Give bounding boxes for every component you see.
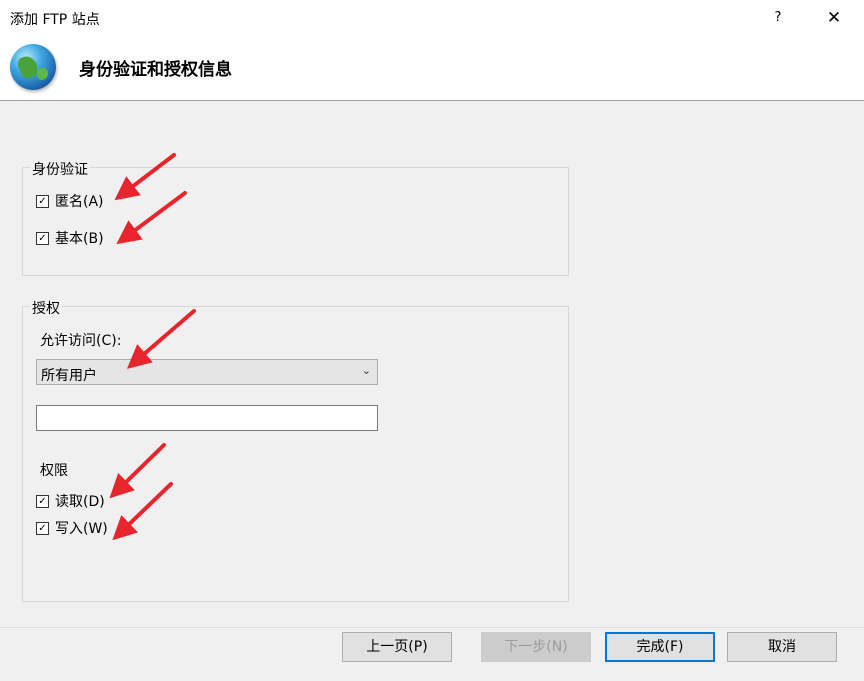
allow-access-label: 允许访问(C): (40, 333, 122, 349)
authentication-group (22, 167, 569, 276)
globe-icon (10, 44, 56, 90)
read-label: 读取(D) (55, 494, 105, 510)
previous-button[interactable]: 上一页(P) (342, 632, 452, 662)
authentication-legend: 身份验证 (30, 159, 90, 179)
page-title: 身份验证和授权信息 (79, 60, 232, 80)
write-label: 写入(W) (55, 521, 108, 537)
finish-button[interactable]: 完成(F) (605, 632, 715, 662)
write-checkbox-row[interactable]: ✓ 写入(W) (36, 519, 108, 537)
basic-checkbox[interactable]: ✓ (36, 231, 49, 245)
write-checkbox[interactable]: ✓ (36, 521, 49, 535)
chevron-down-icon: ⌄ (361, 364, 371, 377)
users-input[interactable] (36, 405, 378, 431)
read-checkbox-row[interactable]: ✓ 读取(D) (36, 492, 105, 510)
allow-access-value: 所有用户 (41, 368, 97, 384)
read-checkbox[interactable]: ✓ (36, 494, 49, 508)
wizard-header: 身份验证和授权信息 (0, 36, 864, 101)
next-button[interactable]: 下一步(N) (481, 632, 591, 662)
anonymous-checkbox-row[interactable]: ✓ 匿名(A) (36, 192, 104, 210)
permissions-label: 权限 (40, 463, 68, 479)
cancel-button[interactable]: 取消 (727, 632, 837, 662)
anonymous-label: 匿名(A) (55, 194, 104, 210)
help-button[interactable]: ? (768, 6, 788, 30)
title-bar: 添加 FTP 站点 ? ✕ (0, 0, 864, 36)
basic-label: 基本(B) (55, 231, 104, 247)
anonymous-checkbox[interactable]: ✓ (36, 194, 49, 208)
footer-divider (0, 627, 864, 628)
close-button[interactable]: ✕ (822, 6, 846, 30)
authorization-legend: 授权 (30, 298, 62, 318)
allow-access-dropdown[interactable]: 所有用户 ⌄ (36, 359, 378, 385)
authorization-group (22, 306, 569, 602)
window-title: 添加 FTP 站点 (10, 12, 100, 28)
basic-checkbox-row[interactable]: ✓ 基本(B) (36, 229, 104, 247)
